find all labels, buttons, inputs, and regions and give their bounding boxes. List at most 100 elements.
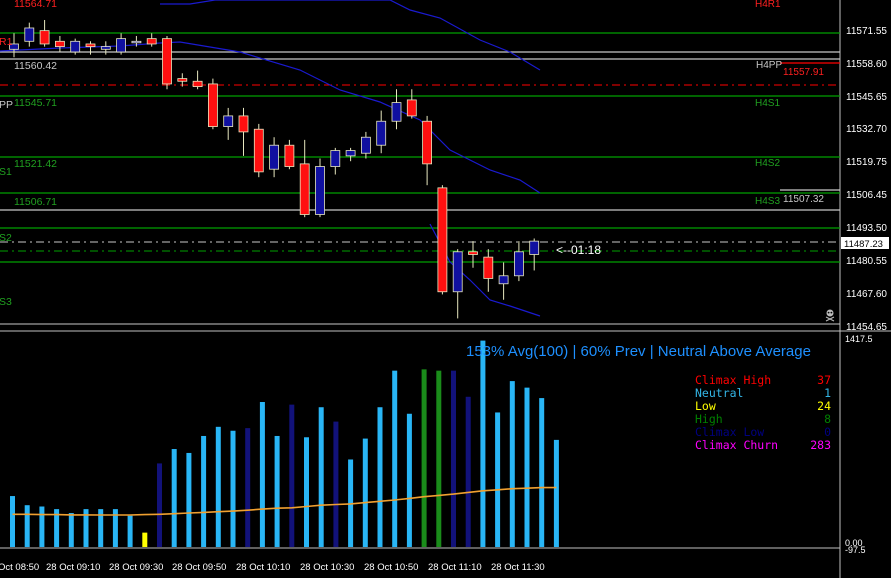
- volume-bar-high: [421, 369, 427, 547]
- price-tick: 11480.55: [846, 256, 887, 267]
- volume-tick: -97.5: [845, 545, 866, 555]
- volume-bar-neutral: [186, 452, 192, 547]
- volume-bar-neutral: [392, 370, 398, 547]
- candle-bear: [162, 38, 172, 85]
- price-tick: 11493.50: [846, 223, 887, 234]
- legend-value: 283: [810, 438, 831, 452]
- h4-label-r1: H4R1: [755, 0, 781, 10]
- volume-bar-neutral: [377, 407, 383, 547]
- h4-value-pp: 11557.91: [783, 67, 824, 78]
- volume-bar-neutral: [524, 387, 530, 547]
- candle-bull: [514, 251, 524, 277]
- price-tick: 11558.60: [846, 59, 887, 70]
- volume-bar-neutral: [362, 438, 368, 547]
- volume-title: 153% Avg(100) | 60% Prev | Neutral Above…: [466, 343, 811, 360]
- volume-bar-neutral: [274, 435, 280, 547]
- volume-bar-neutral: [201, 435, 207, 547]
- volume-bar-neutral: [304, 437, 309, 547]
- price-panel: [0, 0, 840, 330]
- price-tick: 11506.45: [846, 190, 887, 201]
- h4-label-s3: H4S3: [755, 196, 780, 207]
- price-tick: 11454.65: [846, 322, 887, 333]
- time-axis: Oct 08:50 28 Oct 09:10 28 Oct 09:30 28 O…: [0, 562, 545, 573]
- level-l2: 11545.71: [14, 97, 57, 109]
- volume-bar-neutral: [509, 381, 515, 547]
- chart-area: 11571.55 11558.60 11545.65 11532.70 1151…: [0, 0, 891, 578]
- current-price-label: 11487.23: [844, 239, 883, 250]
- volume-bar-high: [436, 370, 442, 547]
- candle-bull: [529, 240, 540, 255]
- candle-bear: [253, 128, 264, 173]
- volume-bar-neutral: [230, 430, 236, 547]
- level-top-red: 11564.71: [14, 0, 57, 10]
- candle-bull: [360, 136, 371, 154]
- candle-bull: [269, 144, 280, 170]
- time-tick: 28 Oct 10:30: [300, 562, 354, 573]
- candle-bear: [85, 43, 96, 48]
- volume-bar-climax: [157, 463, 162, 547]
- volume-bar-climax: [333, 421, 339, 547]
- candle-bull: [24, 27, 35, 42]
- price-tick: 11571.55: [846, 26, 887, 37]
- volume-bar-low: [142, 532, 148, 547]
- price-tick: 11467.60: [846, 289, 887, 300]
- volume-bar-neutral: [10, 496, 15, 547]
- level-l4: 11506.71: [14, 196, 57, 208]
- candle-bear: [422, 120, 433, 165]
- volume-bar-neutral: [318, 407, 324, 547]
- candle-bull: [345, 150, 356, 157]
- candle-bear: [39, 30, 50, 45]
- candle-bull: [391, 102, 402, 122]
- candle-bear: [468, 251, 478, 255]
- candle-bull: [100, 46, 111, 50]
- candle-bear: [238, 115, 249, 133]
- volume-bar-climax: [465, 396, 471, 547]
- candle-bear: [284, 144, 295, 167]
- volume-bar-neutral: [24, 505, 30, 547]
- candle-bull: [330, 150, 341, 167]
- candle-bear: [192, 80, 203, 87]
- legend-row-climax-churn: Climax Churn 283: [695, 439, 831, 452]
- volume-bar-neutral: [553, 439, 559, 547]
- volume-bar-climax: [289, 404, 295, 547]
- volume-bar-neutral: [127, 515, 133, 547]
- price-tick: 11545.65: [846, 92, 887, 103]
- volume-bar-neutral: [406, 413, 412, 547]
- time-tick: 28 Oct 11:10: [428, 562, 482, 573]
- time-tick: 28 Oct 09:10: [46, 562, 100, 573]
- volume-bar-neutral: [39, 506, 45, 547]
- volume-axis: 1417.5 0.00 -97.5: [845, 334, 873, 555]
- volume-bar-neutral: [495, 412, 501, 547]
- volume-bar-neutral: [171, 449, 177, 547]
- candle-bear: [177, 78, 188, 82]
- volume-legend: Climax High 37 Neutral 1 Low 24 High 8 C…: [695, 374, 831, 452]
- time-tick: 28 Oct 10:10: [236, 562, 290, 573]
- price-axis: 11571.55 11558.60 11545.65 11532.70 1151…: [846, 26, 887, 333]
- h4-label-s2: H4S2: [755, 158, 780, 169]
- candle-countdown: <--01:18: [556, 243, 602, 257]
- candle-bear: [299, 163, 310, 215]
- volume-bar-climax: [451, 370, 456, 547]
- legend-label: Climax Churn: [695, 438, 779, 452]
- volume-tick: 1417.5: [845, 334, 873, 344]
- time-tick: 28 Oct 10:50: [364, 562, 418, 573]
- level-l1: 11560.42: [14, 60, 57, 72]
- time-tick: 28 Oct 11:30: [491, 562, 545, 573]
- volume-bar-neutral: [539, 398, 545, 547]
- candle-bull: [131, 40, 142, 44]
- time-tick: 28 Oct 09:50: [172, 562, 226, 573]
- h4-label-pp: H4PP: [756, 60, 782, 71]
- time-tick: Oct 08:50: [0, 562, 39, 573]
- level-l3: 11521.42: [14, 158, 57, 170]
- price-tick: 11532.70: [846, 124, 887, 135]
- volume-bar-neutral: [68, 513, 74, 547]
- h4-value-s3: 11507.32: [783, 194, 824, 205]
- pivot-label-s3: S3: [0, 296, 12, 308]
- pivot-label-pp: PP: [0, 99, 13, 111]
- candle-bear: [483, 256, 494, 279]
- volume-average-line: [12, 486, 557, 516]
- candle-bear: [437, 187, 448, 293]
- candle-bull: [116, 38, 126, 53]
- volume-bar-climax: [245, 428, 251, 547]
- pivot-label-r1: R1: [0, 36, 13, 48]
